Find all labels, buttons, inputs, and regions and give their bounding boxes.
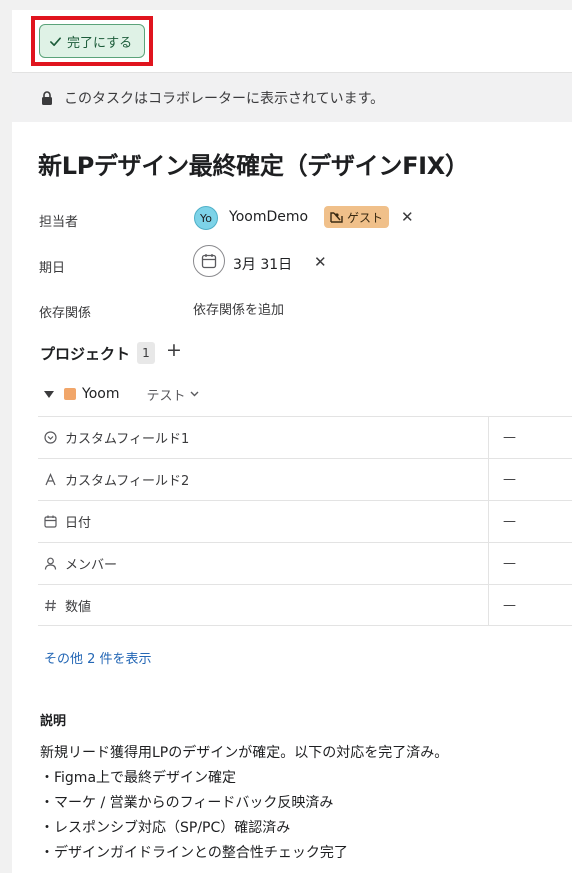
description-editor[interactable]: 新規リード獲得用LPのデザインが確定。以下の対応を完了済み。 ・Figma上で最… (40, 741, 560, 866)
check-icon (50, 36, 61, 46)
add-dependency-button[interactable]: 依存関係を追加 (193, 299, 284, 318)
due-date-value[interactable]: 3月 31日 (233, 254, 292, 274)
custom-field-label: カスタムフィールド1 (65, 432, 190, 447)
avatar[interactable]: Yo (194, 206, 218, 230)
calendar-icon (44, 515, 57, 528)
chevron-down-icon (190, 391, 199, 397)
task-title[interactable]: 新LPデザイン最終確定（デザインFIX） (38, 146, 469, 181)
custom-field-value[interactable]: — (489, 556, 516, 571)
custom-field-value[interactable]: — (489, 472, 516, 487)
description-line: ・Figma上で最終デザイン確定 (40, 770, 237, 786)
custom-field-label: メンバー (65, 558, 118, 573)
calendar-icon (201, 254, 217, 269)
table-row: メンバー — (38, 542, 572, 584)
assignee-name[interactable]: YoomDemo (229, 209, 308, 225)
dependencies-label: 依存関係 (39, 306, 92, 321)
mark-complete-button[interactable]: 完了にする (39, 24, 145, 58)
collaborator-notice: このタスクはコラボレーターに表示されています。 (12, 72, 572, 122)
description-line: ・レスポンシブ対応（SP/PC）確認済み (40, 820, 291, 836)
table-row: カスタムフィールド2 — (38, 458, 572, 500)
description-heading: 説明 (40, 714, 67, 729)
assignee-label: 担当者 (39, 215, 79, 230)
custom-fields-table: カスタムフィールド1 — カスタムフィールド2 — 日付 — メンバー — 数値… (38, 416, 572, 626)
guest-icon (330, 212, 343, 223)
table-row: カスタムフィールド1 — (38, 416, 572, 458)
table-row: 日付 — (38, 500, 572, 542)
guest-badge-label: ゲスト (347, 210, 384, 225)
show-more-fields-link[interactable]: その他 2 件を表示 (44, 648, 152, 667)
number-field-icon (45, 599, 56, 611)
projects-heading: プロジェクト (40, 345, 131, 363)
custom-field-label: 日付 (65, 516, 92, 531)
text-field-icon (45, 473, 56, 486)
description-line: ・デザインガイドラインとの整合性チェック完了 (40, 845, 348, 861)
project-row: Yoom テスト (44, 384, 199, 404)
add-project-button[interactable]: + (166, 339, 182, 361)
custom-field-label: 数値 (65, 599, 92, 615)
guest-badge: ゲスト (324, 206, 390, 228)
custom-field-value[interactable]: — (489, 430, 516, 445)
custom-field-name: 数値 (38, 585, 489, 625)
custom-field-name: カスタムフィールド1 (38, 417, 489, 458)
due-date-label: 期日 (39, 261, 66, 276)
lock-icon (42, 90, 52, 105)
collapse-caret-icon[interactable] (44, 390, 54, 398)
task-detail-panel: 完了にする このタスクはコラボレーターに表示されています。 新LPデザイン最終確… (12, 10, 572, 873)
section-select[interactable]: テスト (146, 385, 199, 404)
description-line: 新規リード獲得用LPのデザインが確定。以下の対応を完了済み。 (40, 745, 449, 761)
table-row: 数値 — (38, 584, 572, 626)
custom-field-name: メンバー (38, 543, 489, 584)
custom-field-name: 日付 (38, 501, 489, 542)
person-icon (44, 557, 57, 570)
custom-field-value[interactable]: — (489, 514, 516, 529)
section-select-value: テスト (146, 388, 186, 404)
mark-complete-label: 完了にする (67, 35, 133, 51)
task-toolbar: 完了にする (12, 10, 572, 72)
custom-field-label: カスタムフィールド2 (65, 474, 190, 489)
remove-assignee-icon[interactable]: ✕ (401, 210, 414, 225)
notice-text: このタスクはコラボレーターに表示されています。 (64, 90, 385, 107)
project-name[interactable]: Yoom (82, 386, 119, 402)
projects-count: 1 (137, 342, 155, 364)
project-color-swatch (64, 388, 76, 400)
custom-field-name: カスタムフィールド2 (38, 459, 489, 500)
clear-due-date-icon[interactable]: ✕ (314, 255, 327, 270)
custom-field-value[interactable]: — (489, 598, 516, 613)
due-date-button[interactable] (193, 245, 225, 277)
dropdown-field-icon (44, 431, 57, 444)
description-line: ・マーケ / 営業からのフィードバック反映済み (40, 795, 334, 811)
